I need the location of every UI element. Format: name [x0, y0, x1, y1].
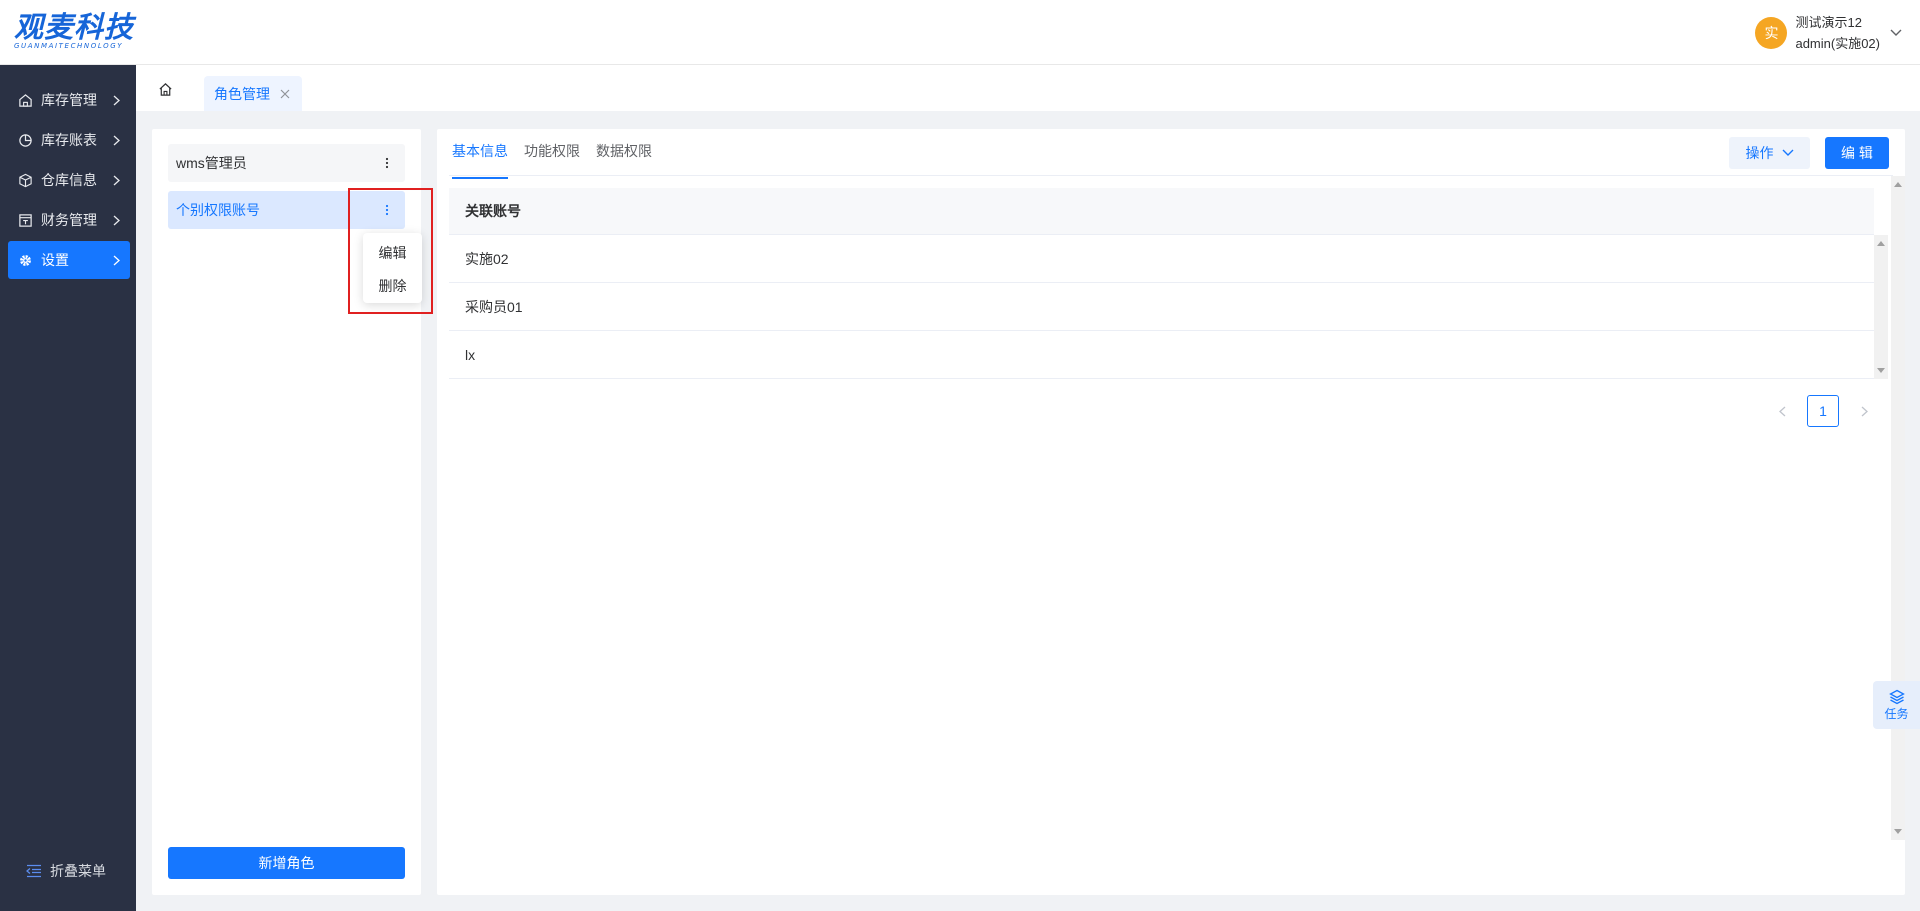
scroll-down-icon[interactable]	[1894, 829, 1902, 834]
tab-basic-info[interactable]: 基本信息	[452, 129, 508, 179]
edit-button[interactable]: 编 辑	[1825, 137, 1889, 169]
operations-dropdown-button[interactable]: 操作	[1729, 137, 1810, 169]
chevron-right-icon	[108, 175, 124, 186]
sidebar-item-label: 库存账表	[41, 132, 97, 148]
operations-label: 操作	[1745, 145, 1774, 161]
tab-function-permissions[interactable]: 功能权限	[524, 129, 580, 176]
layers-icon	[1888, 689, 1905, 705]
scroll-down-icon[interactable]	[1877, 368, 1885, 373]
finance-icon	[17, 212, 33, 228]
task-float-button[interactable]: 任务	[1873, 681, 1920, 729]
chevron-right-icon	[108, 135, 124, 146]
user-info: 测试演示12 admin(实施02)	[1795, 12, 1880, 54]
column-header-linked-account: 关联账号	[465, 203, 521, 219]
sidebar-item-finance[interactable]: 财务管理	[8, 201, 130, 239]
cube-icon	[17, 172, 33, 188]
tab-role-management[interactable]: 角色管理	[204, 76, 302, 111]
more-vertical-icon[interactable]	[377, 153, 397, 173]
sidebar-item-settings[interactable]: 设置	[8, 241, 130, 279]
user-account: admin(实施02)	[1795, 36, 1880, 51]
table-cell: 采购员01	[465, 298, 523, 315]
panel-scrollbar[interactable]	[1891, 176, 1905, 840]
menu-fold-icon	[26, 864, 42, 878]
sidebar-item-inventory[interactable]: 库存管理	[8, 81, 130, 119]
home-icon	[158, 82, 173, 97]
highlight-box	[348, 188, 433, 314]
tab-data-permissions[interactable]: 数据权限	[596, 129, 652, 176]
sidebar-item-label: 财务管理	[41, 212, 97, 228]
prev-page-button[interactable]	[1771, 400, 1793, 422]
scroll-up-icon[interactable]	[1894, 182, 1902, 187]
tabs-divider	[449, 175, 1893, 176]
warehouse-icon	[17, 92, 33, 108]
close-icon[interactable]	[280, 89, 290, 99]
company-logo[interactable]: 观麦科技 GUANMAITECHNOLOGY	[14, 12, 134, 50]
table-cell: 实施02	[465, 250, 509, 267]
user-menu[interactable]: 实 测试演示12 admin(实施02)	[1755, 12, 1902, 54]
table-cell: lx	[465, 346, 476, 363]
sidebar-item-label: 库存管理	[41, 92, 97, 108]
sidebar-item-label: 设置	[41, 252, 69, 268]
next-page-button[interactable]	[1853, 400, 1875, 422]
chevron-right-icon	[108, 255, 124, 266]
tab-bar: 角色管理	[136, 65, 1920, 111]
sidebar-item-label: 仓库信息	[41, 172, 97, 188]
role-label: 个别权限账号	[176, 202, 260, 218]
sidebar: 库存管理 库存账表 仓库信息 财务管理 设置 折叠菜单	[0, 65, 136, 911]
chevron-right-icon	[108, 95, 124, 106]
table-scrollbar[interactable]	[1874, 235, 1888, 379]
sidebar-item-inventory-report[interactable]: 库存账表	[8, 121, 130, 159]
table-row[interactable]: lx	[449, 331, 1874, 379]
scroll-up-icon[interactable]	[1877, 241, 1885, 246]
pagination: 1	[1771, 395, 1875, 427]
pie-chart-icon	[17, 132, 33, 148]
sidebar-item-warehouse-info[interactable]: 仓库信息	[8, 161, 130, 199]
logo-subtext: GUANMAITECHNOLOGY	[14, 42, 124, 50]
role-item[interactable]: wms管理员	[168, 144, 405, 182]
chevron-down-icon	[1782, 149, 1794, 157]
linked-accounts-table: 关联账号 实施02 采购员01 lx	[449, 188, 1888, 379]
collapse-menu-label: 折叠菜单	[50, 863, 106, 879]
role-detail-panel: 基本信息 功能权限 数据权限 操作 编 辑 关联账号 实施02 采购员01 lx…	[437, 129, 1905, 895]
top-header: 观麦科技 GUANMAITECHNOLOGY 实 测试演示12 admin(实施…	[0, 0, 1920, 65]
task-label: 任务	[1884, 706, 1909, 721]
role-label: wms管理员	[176, 155, 247, 171]
avatar[interactable]: 实	[1755, 17, 1788, 49]
table-header: 关联账号	[449, 188, 1874, 235]
collapse-menu-button[interactable]: 折叠菜单	[26, 861, 106, 881]
chevron-right-icon	[108, 215, 124, 226]
detail-tabs: 基本信息 功能权限 数据权限	[452, 129, 668, 179]
logo-text: 观麦科技	[14, 10, 135, 44]
page-number[interactable]: 1	[1807, 395, 1839, 427]
home-tab[interactable]	[154, 78, 176, 100]
add-role-button[interactable]: 新增角色	[168, 847, 405, 879]
chevron-down-icon[interactable]	[1890, 29, 1902, 37]
table-row[interactable]: 采购员01	[449, 283, 1874, 331]
table-row[interactable]: 实施02	[449, 235, 1874, 283]
gear-icon	[17, 252, 33, 268]
user-name: 测试演示12	[1795, 15, 1862, 30]
tab-label: 角色管理	[214, 85, 270, 102]
